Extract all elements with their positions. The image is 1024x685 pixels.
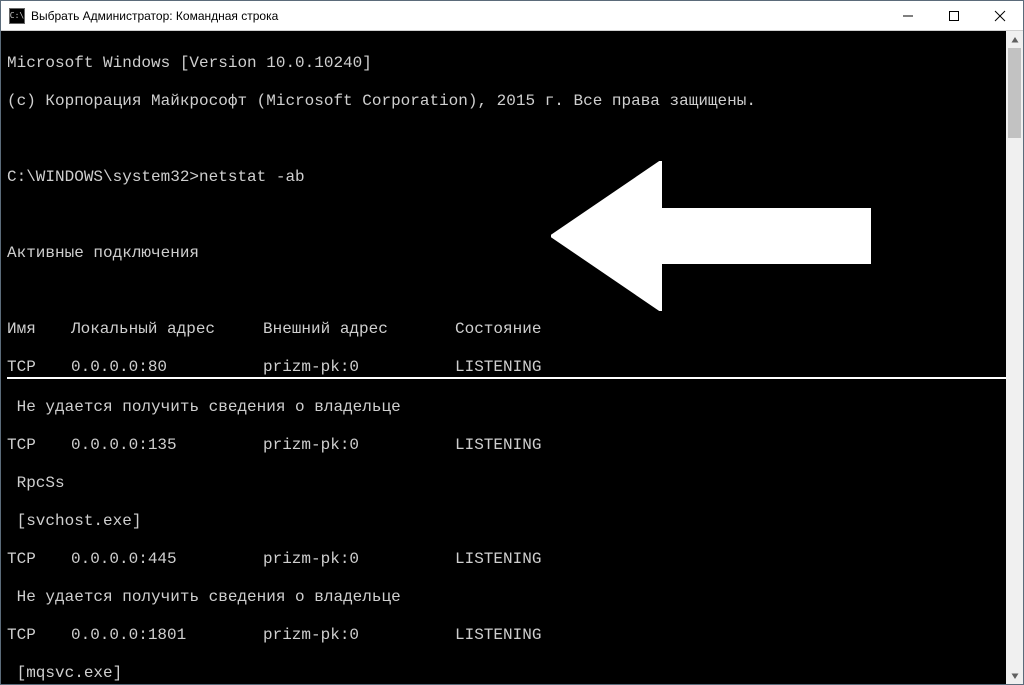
netstat-row: TCP0.0.0.0:135prizm-pk:0LISTENING (7, 436, 1006, 455)
owner-line: [mqsvc.exe] (7, 664, 1006, 683)
netstat-row: TCP0.0.0.0:445prizm-pk:0LISTENING (7, 550, 1006, 569)
cell-proto: TCP (7, 436, 71, 455)
close-button[interactable] (977, 1, 1023, 30)
vertical-scrollbar[interactable] (1006, 31, 1023, 684)
terminal-output[interactable]: Microsoft Windows [Version 10.0.10240] (… (1, 31, 1006, 684)
owner-line: RpcSs (7, 474, 1006, 493)
prompt-path: C:\WINDOWS\system32> (7, 168, 199, 186)
minimize-button[interactable] (885, 1, 931, 30)
cell-local: 0.0.0.0:1801 (71, 626, 263, 645)
maximize-button[interactable] (931, 1, 977, 30)
cell-state: LISTENING (455, 436, 595, 455)
cell-proto: TCP (7, 550, 71, 569)
prompt-line: C:\WINDOWS\system32>netstat -ab (7, 168, 1006, 187)
col-state-header: Состояние (455, 320, 595, 339)
cell-state: LISTENING (455, 550, 595, 569)
columns-header: ИмяЛокальный адресВнешний адресСостояние (7, 320, 1006, 339)
section-title: Активные подключения (7, 244, 1006, 263)
scrollbar-thumb[interactable] (1008, 48, 1021, 138)
cell-foreign: prizm-pk:0 (263, 358, 455, 377)
cell-proto: TCP (7, 358, 71, 377)
col-foreign-header: Внешний адрес (263, 320, 455, 339)
cell-foreign: prizm-pk:0 (263, 626, 455, 645)
cell-foreign: prizm-pk:0 (263, 550, 455, 569)
owner-line: Не удается получить сведения о владельце (7, 588, 1006, 607)
cell-state: LISTENING (455, 358, 595, 377)
cell-state: LISTENING (455, 626, 595, 645)
cell-local: 0.0.0.0:80 (71, 358, 263, 377)
cmd-icon: C:\ (9, 8, 25, 24)
cell-local: 0.0.0.0:135 (71, 436, 263, 455)
banner-line: (c) Корпорация Майкрософт (Microsoft Cor… (7, 92, 1006, 111)
cell-local: 0.0.0.0:445 (71, 550, 263, 569)
scroll-down-button[interactable] (1006, 667, 1023, 684)
cell-foreign: prizm-pk:0 (263, 436, 455, 455)
terminal-area: Microsoft Windows [Version 10.0.10240] (… (1, 31, 1023, 684)
netstat-row: TCP0.0.0.0:1801prizm-pk:0LISTENING (7, 626, 1006, 645)
netstat-row-highlighted: TCP0.0.0.0:80prizm-pk:0LISTENING (7, 358, 1006, 379)
blank-line (7, 282, 1006, 301)
titlebar[interactable]: C:\ Выбрать Администратор: Командная стр… (1, 1, 1023, 31)
window-controls (885, 1, 1023, 30)
scrollbar-track[interactable] (1006, 48, 1023, 667)
blank-line (7, 130, 1006, 149)
window-title: Выбрать Администратор: Командная строка (31, 9, 885, 23)
scroll-up-button[interactable] (1006, 31, 1023, 48)
owner-line: [svchost.exe] (7, 512, 1006, 531)
owner-line: Не удается получить сведения о владельце (7, 398, 1006, 417)
col-proto-header: Имя (7, 320, 71, 339)
cell-proto: TCP (7, 626, 71, 645)
blank-line (7, 206, 1006, 225)
prompt-command: netstat -ab (199, 168, 305, 186)
banner-line: Microsoft Windows [Version 10.0.10240] (7, 54, 1006, 73)
cmd-window: C:\ Выбрать Администратор: Командная стр… (0, 0, 1024, 685)
col-local-header: Локальный адрес (71, 320, 263, 339)
